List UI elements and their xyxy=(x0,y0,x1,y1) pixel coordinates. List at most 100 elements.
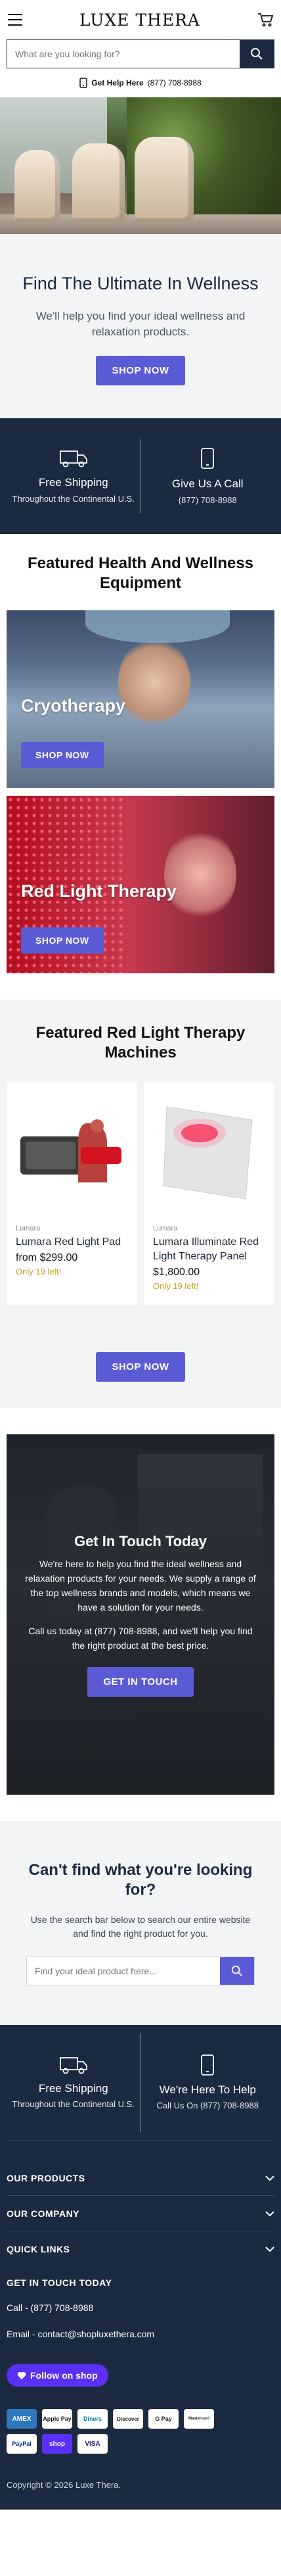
cant-find-title: Can't find what you're looking for? xyxy=(28,1861,253,1899)
cant-find-section: Can't find what you're looking for? Use … xyxy=(0,1821,281,2025)
featured-products: Featured Red Light Therapy Machines Luma… xyxy=(0,1000,281,1408)
product-name[interactable]: Lumara Red Light Pad xyxy=(16,1235,128,1250)
footer-help-title: We're Here To Help xyxy=(159,2083,256,2096)
contact-section: Get In Touch Today We're here to help yo… xyxy=(7,1434,274,1795)
stock-badge: Only 19 left! xyxy=(16,1267,62,1276)
accordion-our-products[interactable]: OUR PRODUCTS xyxy=(7,2160,274,2196)
red-light-label: Red Light Therapy xyxy=(21,881,177,901)
help-label: Get Help Here xyxy=(91,78,144,87)
product-image[interactable] xyxy=(16,1090,128,1215)
accordion-label: QUICK LINKS xyxy=(7,2244,70,2254)
search-button[interactable] xyxy=(240,40,274,68)
visa-icon: VISA xyxy=(77,2434,108,2454)
product-image[interactable] xyxy=(153,1090,265,1215)
footer-info-band: Free Shipping Throughout the Continental… xyxy=(7,2025,274,2141)
call-info[interactable]: Give Us A Call (877) 708-8988 xyxy=(141,447,275,506)
contact-text-1: We're here to help you find the ideal we… xyxy=(25,1559,256,1613)
info-band: Free Shipping Throughout the Continental… xyxy=(0,418,281,534)
site-footer: Free Shipping Throughout the Continental… xyxy=(0,2025,281,2510)
product-name[interactable]: Lumara Illuminate Red Light Therapy Pane… xyxy=(153,1235,265,1264)
site-logo[interactable]: LUXE THERA xyxy=(79,11,200,30)
product-search-bar xyxy=(26,1956,255,1985)
product-price: $1,800.00 xyxy=(153,1267,200,1278)
product-card[interactable]: Lumara Lumara Illuminate Red Light Thera… xyxy=(144,1082,274,1305)
truck-icon xyxy=(59,450,87,467)
footer-shipping-info: Free Shipping Throughout the Continental… xyxy=(7,2055,140,2110)
search-bar xyxy=(7,39,274,68)
chevron-down-icon xyxy=(265,2247,274,2252)
product-search-input[interactable] xyxy=(27,1957,220,1985)
red-light-card[interactable]: Red Light Therapy SHOP NOW xyxy=(7,796,274,973)
payment-methods: AMEX Apple Pay Diners Discover G Pay Mas… xyxy=(7,2409,223,2454)
contact-text-2: Call us today at (877) 708-8988, and we'… xyxy=(28,1626,253,1651)
chevron-down-icon xyxy=(265,2175,274,2181)
hero-title: Find The Ultimate In Wellness xyxy=(22,274,259,293)
hero-shop-now-button[interactable]: SHOP NOW xyxy=(96,356,185,385)
equipment-section: Featured Health And Wellness Equipment C… xyxy=(0,534,281,973)
help-bar[interactable]: Get Help Here (877) 708-8988 xyxy=(0,68,281,97)
paypal-icon: PayPal xyxy=(7,2434,37,2454)
phone-icon xyxy=(79,78,88,88)
diners-icon: Diners xyxy=(77,2409,108,2429)
product-price: from $299.00 xyxy=(16,1252,78,1263)
shop-pay-icon: shop xyxy=(42,2434,72,2454)
accordion-quick-links[interactable]: QUICK LINKS xyxy=(7,2231,274,2267)
products-shop-now-button[interactable]: SHOP NOW xyxy=(96,1352,185,1382)
apple-pay-icon: Apple Pay xyxy=(42,2409,72,2429)
menu-icon[interactable] xyxy=(8,14,22,26)
footer-shipping-sub: Throughout the Continental U.S. xyxy=(12,2099,135,2109)
product-search-button[interactable] xyxy=(220,1957,254,1985)
footer-contact: GET IN TOUCH TODAY Call - (877) 708-8988… xyxy=(7,2277,274,2339)
red-light-shop-button[interactable]: SHOP NOW xyxy=(21,927,104,954)
get-in-touch-button[interactable]: GET IN TOUCH xyxy=(87,1667,194,1697)
page: LUXE THERA Get Help Here (877) 708-8988 xyxy=(0,0,281,2576)
follow-label: Follow on shop xyxy=(30,2370,98,2381)
shipping-sub: Throughout the Continental U.S. xyxy=(12,493,135,504)
stock-badge: Only 19 left! xyxy=(153,1281,199,1291)
site-header: LUXE THERA xyxy=(0,0,281,39)
phone-icon xyxy=(201,2054,215,2076)
help-phone[interactable]: (877) 708-8988 xyxy=(148,78,202,87)
cant-find-text: Use the search bar below to search our e… xyxy=(30,1914,251,1939)
call-sub: (877) 708-8988 xyxy=(178,495,237,505)
footer-shipping-title: Free Shipping xyxy=(38,2082,108,2095)
truck-icon xyxy=(59,2057,87,2074)
shipping-info: Free Shipping Throughout the Continental… xyxy=(7,449,140,504)
cryotherapy-shop-button[interactable]: SHOP NOW xyxy=(21,742,104,768)
footer-help-sub: Call Us On (877) 708-8988 xyxy=(156,2101,259,2110)
equipment-title: Featured Health And Wellness Equipment xyxy=(27,554,254,592)
call-title: Give Us A Call xyxy=(171,477,244,490)
footer-accordions: OUR PRODUCTS OUR COMPANY QUICK LINKS xyxy=(7,2160,274,2267)
search-icon xyxy=(231,1965,242,1976)
product-card[interactable]: Lumara Lumara Red Light Pad from $299.00… xyxy=(7,1082,137,1305)
products-title: Featured Red Light Therapy Machines xyxy=(35,1024,246,1061)
footer-call[interactable]: Call - (877) 708-8988 xyxy=(7,2302,274,2313)
follow-on-shop-button[interactable]: Follow on shop xyxy=(7,2364,108,2387)
hero-subtitle: We'll help you find your ideal wellness … xyxy=(35,310,246,338)
footer-help-info[interactable]: We're Here To Help Call Us On (877) 708-… xyxy=(141,2054,275,2111)
google-pay-icon: G Pay xyxy=(148,2409,179,2429)
search-input[interactable] xyxy=(7,40,240,68)
search-icon xyxy=(251,48,263,60)
copyright: Copyright © 2026 Luxe Thera. xyxy=(7,2480,121,2490)
cart-icon[interactable] xyxy=(257,12,273,27)
contact-title: Get In Touch Today xyxy=(74,1533,207,1549)
hero-image xyxy=(0,97,281,234)
accordion-label: OUR COMPANY xyxy=(7,2208,80,2219)
chevron-down-icon xyxy=(265,2210,274,2216)
heart-icon xyxy=(17,2371,26,2379)
discover-icon: Discover xyxy=(113,2409,143,2429)
mastercard-icon: Mastercard xyxy=(184,2409,214,2429)
product-brand: Lumara xyxy=(153,1225,178,1232)
accordion-our-company[interactable]: OUR COMPANY xyxy=(7,2196,274,2231)
phone-icon xyxy=(201,447,215,469)
accordion-label: OUR PRODUCTS xyxy=(7,2172,85,2183)
footer-contact-title: GET IN TOUCH TODAY xyxy=(7,2277,112,2288)
cryotherapy-label: Cryotherapy xyxy=(21,696,126,716)
footer-email[interactable]: Email - contact@shopluxethera.com xyxy=(7,2329,274,2339)
amex-icon: AMEX xyxy=(7,2409,37,2429)
cryotherapy-card[interactable]: Cryotherapy SHOP NOW xyxy=(7,610,274,788)
product-brand: Lumara xyxy=(16,1225,41,1232)
hero-section: Find The Ultimate In Wellness We'll help… xyxy=(0,234,281,418)
shipping-title: Free Shipping xyxy=(38,475,108,489)
